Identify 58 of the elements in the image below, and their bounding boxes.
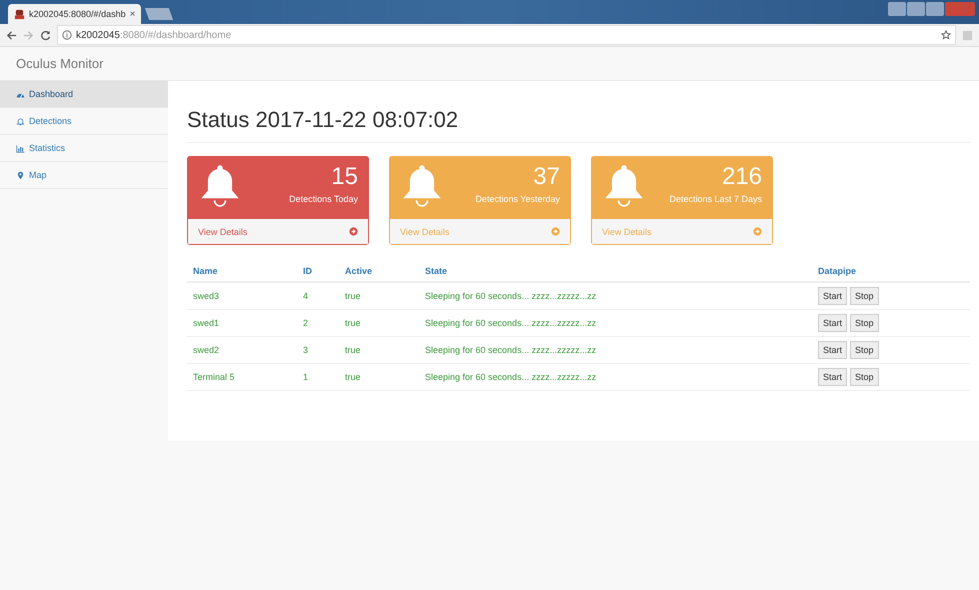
map-marker-icon [16,170,25,180]
column-header: Datapipe [812,261,970,282]
stat-label: Detections Last 7 Days [669,194,762,204]
stat-count: 15 [330,162,358,192]
info-icon [62,30,72,40]
table-cell: Sleeping for 60 seconds... zzzz...zzzzz...zz [419,282,812,310]
stop-button[interactable]: Stop [850,314,879,332]
stat-label: Detections Today [289,194,358,204]
table-cell: 4 [297,282,339,310]
close-tab-button[interactable]: × [130,8,136,20]
sidebar-item[interactable]: Dashboard [0,81,168,108]
new-tab-button[interactable] [145,8,174,20]
table-cell: swed3 [187,282,297,310]
table-cell: true [339,336,419,364]
stat-count: 216 [720,162,762,192]
table-cell: 3 [297,336,339,364]
forward-icon [23,30,34,40]
table-cell: true [339,364,419,390]
star-icon [941,30,951,40]
table-cell: 2 [297,310,339,336]
start-button[interactable]: Start [818,287,848,305]
browser-tab[interactable]: k2002045:8080/#/dashb × [8,4,142,24]
reload-icon [40,30,51,40]
arrow-circle-icon [349,227,358,236]
close-window-button[interactable] [945,2,975,16]
back-icon [6,30,17,40]
table-cell: Terminal 5 [187,364,297,390]
column-header: ID [297,261,339,282]
stop-button[interactable]: Stop [850,341,879,359]
bar-chart-icon [16,144,25,152]
start-button[interactable]: Start [818,341,848,359]
table-cell: true [339,282,419,310]
page-heading: Status 2017-11-22 08:07:02 [187,107,460,133]
stop-button[interactable]: Stop [850,368,879,386]
bell-icon [16,116,25,126]
table-cell: Sleeping for 60 seconds... zzzz...zzzzz...zz [419,310,812,336]
table-cell: Sleeping for 60 seconds... zzzz...zzzzz...zz [419,336,812,364]
view-details-link[interactable]: View Details [198,226,248,236]
table-cell: Sleeping for 60 seconds... zzzz...zzzzz...zz [419,364,812,390]
arrow-circle-icon [551,227,560,236]
stat-label: Detections Yesterday [475,194,560,204]
table-cell: true [339,310,419,336]
arrow-circle-icon [753,227,762,236]
column-header: Name [187,261,297,282]
start-button[interactable]: Start [818,314,848,332]
table-cell: swed2 [187,336,297,364]
table-cell: 1 [297,364,339,390]
address-field[interactable]: k2002045:8080/#/dashboard/home [57,25,956,45]
column-header: Active [339,261,419,282]
tab-title: k2002045:8080/#/dashb [29,9,126,19]
table-cell: swed1 [187,310,297,336]
minimize-button[interactable] [907,2,925,16]
column-header: State [419,261,812,282]
app-title[interactable]: Oculus Monitor [16,56,104,71]
start-button[interactable]: Start [818,368,848,386]
maximize-button[interactable] [926,2,944,16]
stat-count: 37 [532,162,560,192]
stop-button[interactable]: Stop [850,287,879,305]
